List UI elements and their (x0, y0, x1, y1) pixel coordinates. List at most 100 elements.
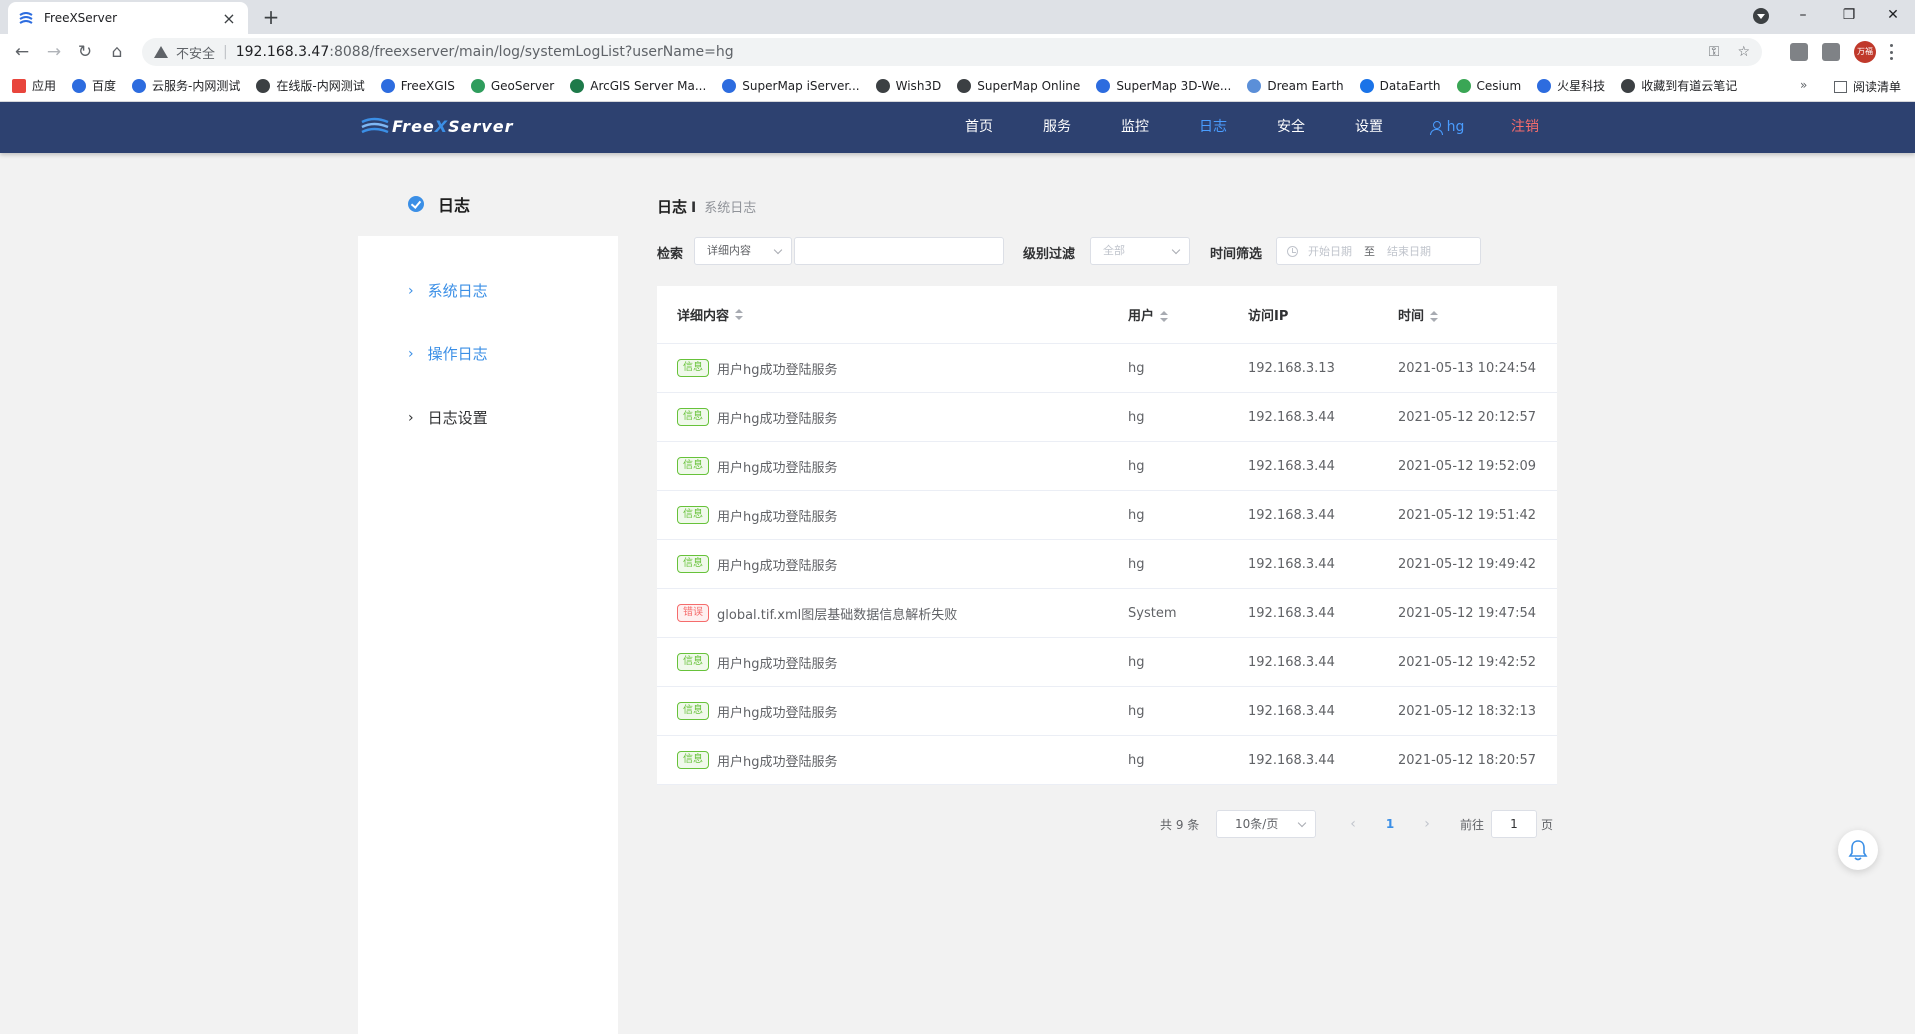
tab-close-icon[interactable]: × (220, 9, 238, 28)
cell-content: 错误 global.tif.xml图层基础数据信息解析失败 (657, 604, 1108, 623)
cell-time: 2021-05-12 20:12:57 (1398, 409, 1537, 425)
next-page-icon[interactable]: › (1412, 810, 1442, 838)
app-header: FreeXServer 首页 服务 监控 日志 安全 设置 hg 注销 (0, 102, 1915, 153)
browser-tab[interactable]: FreeXServer × (8, 2, 248, 34)
table-row[interactable]: 信息 用户hg成功登陆服务 hg 192.168.3.44 2021-05-12 19:… (657, 442, 1557, 491)
bookmark-item[interactable]: 应用 (12, 77, 56, 94)
bookmark-star-icon[interactable]: ☆ (1737, 44, 1750, 60)
user-icon (1429, 120, 1443, 135)
nav-monitor[interactable]: 监控 (1096, 102, 1174, 153)
nav-security[interactable]: 安全 (1252, 102, 1330, 153)
bookmark-icon (12, 78, 26, 93)
bookmark-item[interactable]: SuperMap Online (957, 78, 1080, 93)
key-icon[interactable]: ⚿ (1709, 44, 1720, 60)
bookmarks-more-icon[interactable]: » (1800, 78, 1807, 92)
start-date-input[interactable]: 开始日期 (1308, 243, 1352, 259)
cell-time: 2021-05-12 19:49:42 (1398, 556, 1537, 572)
bookmark-item[interactable]: DataEarth (1359, 78, 1441, 93)
sort-icon[interactable] (735, 308, 744, 321)
freexserver-favicon (19, 12, 33, 24)
table-row[interactable]: 信息 用户hg成功登陆服务 hg 192.168.3.44 2021-05-12 18:… (657, 736, 1557, 785)
nav-logs[interactable]: 日志 (1174, 102, 1252, 153)
level-tag: 错误 (677, 604, 709, 622)
address-separator: | (223, 44, 228, 60)
puzzle-icon[interactable] (1822, 43, 1840, 61)
reload-icon[interactable]: ↻ (73, 40, 97, 64)
chevron-right-icon: › (408, 345, 414, 362)
bookmark-label: DataEarth (1379, 78, 1441, 93)
bookmark-item[interactable]: 收藏到有道云笔记 (1621, 77, 1737, 94)
search-input[interactable] (794, 237, 1004, 265)
sort-icon[interactable] (1430, 310, 1439, 323)
column-header-time[interactable]: 时间 (1378, 305, 1557, 324)
bookmark-item[interactable]: 百度 (72, 77, 116, 94)
date-range-picker[interactable]: 开始日期 至 结束日期 (1276, 237, 1481, 265)
bookmark-item[interactable]: Wish3D (875, 78, 941, 93)
bookmark-label: SuperMap 3D-We... (1116, 78, 1232, 93)
notification-bell-button[interactable] (1838, 830, 1878, 870)
table-row[interactable]: 信息 用户hg成功登陆服务 hg 192.168.3.44 2021-05-12 20:… (657, 393, 1557, 442)
page-number[interactable]: 1 (1375, 810, 1405, 838)
bookmark-item[interactable]: 在线版-内网测试 (256, 77, 365, 94)
minimize-icon[interactable]: – (1780, 0, 1826, 30)
new-tab-icon[interactable]: + (258, 4, 284, 30)
prev-page-icon[interactable]: ‹ (1338, 810, 1368, 838)
app-logo[interactable]: FreeXServer (360, 116, 514, 136)
close-window-icon[interactable]: ✕ (1870, 0, 1915, 30)
bookmark-item[interactable]: SuperMap iServer... (722, 78, 860, 93)
cell-time: 2021-05-12 19:47:54 (1398, 605, 1537, 621)
sidebar-item-operation-log[interactable]: › 操作日志 (408, 343, 488, 364)
goto-page-input[interactable]: 1 (1491, 810, 1537, 838)
table-row[interactable]: 信息 用户hg成功登陆服务 hg 192.168.3.44 2021-05-12 19:… (657, 638, 1557, 687)
bookmark-item[interactable]: GeoServer (470, 78, 555, 93)
end-date-input[interactable]: 结束日期 (1387, 243, 1431, 259)
url-host: 192.168.3.47 (235, 44, 330, 60)
bookmark-item[interactable]: 火星科技 (1537, 77, 1605, 94)
level-filter-select[interactable]: 全部 (1090, 237, 1190, 265)
sidebar-item-system-log[interactable]: › 系统日志 (408, 280, 488, 301)
browser-menu-icon[interactable] (1890, 44, 1894, 60)
log-message: 用户hg成功登陆服务 (717, 362, 838, 378)
level-tag: 信息 (677, 751, 709, 769)
bookmark-icon (722, 78, 737, 93)
back-icon[interactable]: ← (10, 40, 34, 64)
bookmark-item[interactable]: Cesium (1456, 78, 1521, 93)
sidebar-item-log-settings[interactable]: › 日志设置 (408, 407, 488, 428)
table-row[interactable]: 错误 global.tif.xml图层基础数据信息解析失败 System 192.16… (657, 589, 1557, 638)
bookmark-item[interactable]: FreeXGIS (380, 78, 455, 93)
date-range-separator: 至 (1364, 245, 1375, 258)
nav-services[interactable]: 服务 (1018, 102, 1096, 153)
column-header-content[interactable]: 详细内容 (657, 305, 1108, 324)
sort-icon[interactable] (1160, 310, 1169, 323)
log-message: global.tif.xml图层基础数据信息解析失败 (717, 607, 958, 623)
table-row[interactable]: 信息 用户hg成功登陆服务 hg 192.168.3.44 2021-05-12 19:… (657, 540, 1557, 589)
nav-home[interactable]: 首页 (940, 102, 1018, 153)
table-row[interactable]: 信息 用户hg成功登陆服务 hg 192.168.3.13 2021-05-13 10:… (657, 344, 1557, 393)
column-header-user[interactable]: 用户 (1108, 305, 1228, 324)
nav-logout[interactable]: 注销 (1486, 102, 1564, 153)
bookmark-item[interactable]: 云服务-内网测试 (132, 77, 240, 94)
pagination: 共 9 条 10条/页 ‹ 1 › 前往 1 页 (1158, 810, 1558, 838)
cell-ip: 192.168.3.44 (1248, 556, 1335, 572)
extensions-area: 万福 (1790, 38, 1894, 66)
chevron-down-icon (773, 245, 783, 255)
table-row[interactable]: 信息 用户hg成功登陆服务 hg 192.168.3.44 2021-05-12 19:… (657, 491, 1557, 540)
bookmark-item[interactable]: ArcGIS Server Ma... (570, 78, 706, 93)
search-field-select[interactable]: 详细内容 (694, 237, 792, 265)
tab-search-icon[interactable] (1753, 8, 1769, 24)
restore-icon[interactable]: ❐ (1826, 0, 1872, 30)
column-header-ip: 访问IP (1248, 309, 1289, 324)
home-icon[interactable]: ⌂ (105, 40, 129, 64)
profile-avatar[interactable]: 万福 (1854, 41, 1876, 63)
bookmark-item[interactable]: SuperMap 3D-We... (1096, 78, 1232, 93)
nav-user[interactable]: hg (1408, 102, 1486, 153)
page-size-select[interactable]: 10条/页 (1216, 810, 1316, 838)
address-bar[interactable]: 不安全 | 192.168.3.47:8088/freexserver/main… (142, 38, 1762, 66)
nav-settings[interactable]: 设置 (1330, 102, 1408, 153)
extension-icon[interactable] (1790, 43, 1808, 61)
bookmark-label: GeoServer (490, 78, 555, 93)
bookmark-item[interactable]: Dream Earth (1247, 78, 1344, 93)
forward-icon[interactable]: → (42, 40, 66, 64)
reading-list-button[interactable]: 阅读清单 (1834, 78, 1901, 95)
table-row[interactable]: 信息 用户hg成功登陆服务 hg 192.168.3.44 2021-05-12 18:… (657, 687, 1557, 736)
